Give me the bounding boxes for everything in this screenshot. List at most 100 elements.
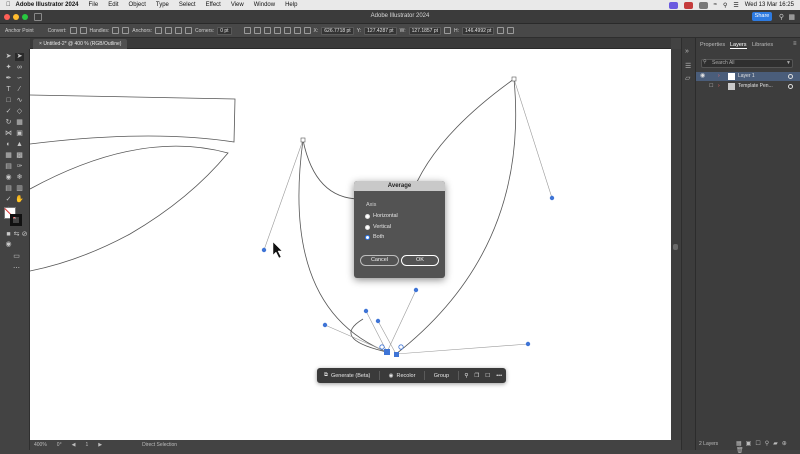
y-input[interactable]: 127.4287 pt (364, 27, 396, 35)
align-bottom-icon[interactable] (294, 27, 301, 34)
cut-path-icon[interactable] (175, 27, 182, 34)
transform-icon[interactable] (497, 27, 504, 34)
share-button[interactable]: Share (752, 12, 772, 21)
radio-horizontal-indicator[interactable] (365, 214, 370, 219)
curvature-tool-icon[interactable]: ∽ (15, 75, 24, 83)
app-menu[interactable]: Adobe Illustrator 2024 (16, 2, 84, 8)
radio-both-indicator[interactable] (365, 235, 370, 240)
show-handles-icon[interactable] (112, 27, 119, 34)
current-tool[interactable]: Direct Selection (142, 442, 177, 448)
magic-wand-tool-icon[interactable]: ✦ (4, 64, 13, 72)
tab-layers[interactable]: Layers (730, 42, 747, 49)
status-app-icon[interactable] (684, 2, 693, 9)
stroke-swatch[interactable] (10, 214, 22, 226)
align-center-icon[interactable] (254, 27, 261, 34)
align-middle-icon[interactable] (284, 27, 291, 34)
tab-libraries[interactable]: Libraries (752, 42, 773, 48)
collapse-panels-icon[interactable]: » (685, 48, 689, 55)
control-center-icon[interactable]: ☰ (733, 2, 738, 9)
artboard-navigator-next-icon[interactable]: ▶ (98, 442, 102, 448)
lock-icon[interactable]: ☐ (485, 373, 490, 379)
duplicate-icon[interactable]: ❐ (474, 373, 479, 379)
expand-arrow-icon[interactable]: › (718, 82, 720, 91)
menu-effect[interactable]: Effect (201, 2, 226, 8)
remove-anchor-icon[interactable] (155, 27, 162, 34)
layer-name[interactable]: Layer 1 (738, 72, 755, 81)
menu-file[interactable]: File (84, 2, 104, 8)
expand-arrow-icon[interactable]: › (718, 72, 720, 81)
eyedropper-tool-icon[interactable]: ✑ (15, 163, 24, 171)
convert-corner-icon[interactable] (70, 27, 77, 34)
align-top-icon[interactable] (274, 27, 281, 34)
layer-name[interactable]: Template Pen... (738, 82, 773, 91)
symbol-sprayer-tool-icon[interactable]: ❄ (15, 174, 24, 182)
dialog-title[interactable]: Average (354, 181, 445, 191)
shaper-tool-icon[interactable]: ✓ (4, 108, 13, 116)
menu-view[interactable]: View (226, 2, 249, 8)
group-button[interactable]: Group (431, 371, 452, 381)
radio-vertical-indicator[interactable] (365, 225, 370, 230)
draw-mode-icon[interactable]: ◉ (4, 241, 13, 249)
rectangle-tool-icon[interactable]: □ (4, 97, 13, 105)
visibility-eye-icon[interactable]: ◉ (700, 72, 705, 81)
layer-actions-icons[interactable]: ▦▣☐⚲▰⊕🗑 (736, 440, 800, 454)
more-options-icon[interactable] (507, 27, 514, 34)
live-paint-tool-icon[interactable]: ▲ (15, 141, 24, 149)
w-input[interactable]: 127.1857 pt (409, 27, 441, 35)
layer-row[interactable]: ☐ › Template Pen... (696, 82, 800, 91)
hide-handles-icon[interactable] (122, 27, 129, 34)
radio-both[interactable]: Both (365, 234, 384, 240)
eraser-tool-icon[interactable]: ◇ (15, 108, 24, 116)
paintbrush-tool-icon[interactable]: ∿ (15, 97, 24, 105)
x-input[interactable]: 626.7718 pt (321, 27, 353, 35)
align-right-icon[interactable] (264, 27, 271, 34)
zoom-level[interactable]: 400% (34, 442, 47, 448)
screen-mode-icon[interactable]: ▭ (12, 253, 21, 261)
lock-icon[interactable]: ☐ (709, 82, 713, 91)
workspace-icon[interactable]: ▦ (788, 13, 795, 21)
apple-icon[interactable]:  (0, 2, 16, 8)
radio-horizontal[interactable]: Horizontal (365, 213, 398, 219)
generate-button[interactable]: ⧉ Generate (Beta) (321, 370, 373, 381)
corners-input[interactable]: 0 pt (217, 27, 231, 35)
pen-tool-icon[interactable]: ✒ (4, 75, 13, 83)
search-help-icon[interactable]: ⚲ (779, 13, 784, 21)
connect-anchor-icon[interactable] (165, 27, 172, 34)
lasso-tool-icon[interactable]: ∞ (15, 64, 24, 72)
vertical-scrollbar[interactable] (671, 49, 681, 440)
pin-icon[interactable]: ⚲ (464, 373, 468, 379)
menu-select[interactable]: Select (174, 2, 201, 8)
free-transform-tool-icon[interactable]: ▣ (15, 130, 24, 138)
scale-tool-icon[interactable]: ▦ (15, 119, 24, 127)
clock[interactable]: Wed 13 Mar 16:25 (745, 2, 794, 8)
menu-window[interactable]: Window (249, 2, 280, 8)
h-input[interactable]: 146.4992 pt (462, 27, 494, 35)
reference-point-icon[interactable] (304, 27, 311, 34)
type-tool-icon[interactable]: T (4, 86, 13, 94)
convert-smooth-icon[interactable] (80, 27, 87, 34)
slice-tool-icon[interactable]: ✓ (4, 196, 13, 204)
shape-builder-tool-icon[interactable]: ◐ (4, 141, 13, 149)
none-color-icon[interactable]: ⊘ (20, 231, 29, 239)
filter-icon[interactable]: ▼ (786, 60, 791, 66)
panel-menu-icon[interactable]: ≡ (793, 41, 797, 47)
properties-dock-icon[interactable]: ☰ (685, 62, 691, 70)
battery-icon[interactable] (699, 2, 708, 9)
width-tool-icon[interactable]: ⋈ (4, 130, 13, 138)
tab-properties[interactable]: Properties (700, 42, 725, 48)
artboard-number[interactable]: 1 (85, 442, 88, 448)
menu-edit[interactable]: Edit (103, 2, 123, 8)
align-left-icon[interactable] (244, 27, 251, 34)
menu-help[interactable]: Help (280, 2, 302, 8)
direct-selection-tool-icon[interactable]: ➤ (15, 53, 24, 61)
ok-button[interactable]: OK (401, 255, 439, 266)
recolor-button[interactable]: ◉ Recolor (386, 371, 419, 381)
wifi-icon[interactable]: ≈ (714, 2, 717, 8)
perspective-grid-tool-icon[interactable]: ▦ (4, 152, 13, 160)
mesh-tool-icon[interactable]: ▩ (15, 152, 24, 160)
scroll-thumb[interactable] (673, 244, 678, 250)
link-icon[interactable] (444, 27, 451, 34)
cancel-button[interactable]: Cancel (360, 255, 399, 266)
target-icon[interactable] (788, 74, 793, 79)
layers-search-input[interactable]: Search All (701, 59, 793, 68)
